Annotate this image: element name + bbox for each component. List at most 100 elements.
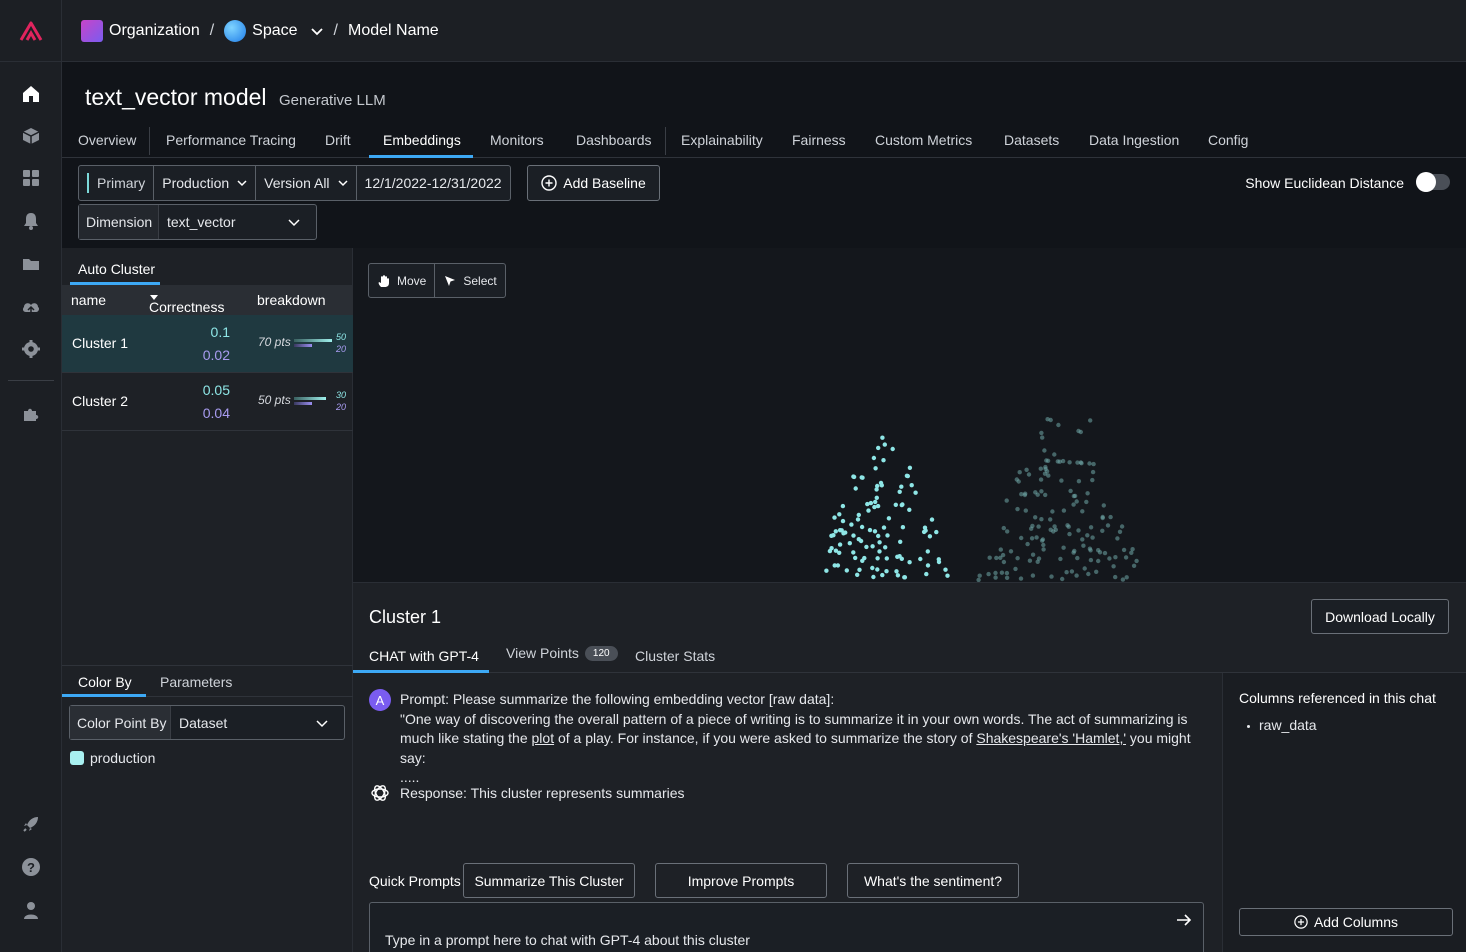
embedding-point[interactable] <box>907 560 912 565</box>
embedding-point[interactable] <box>853 555 858 561</box>
embedding-point[interactable] <box>855 517 861 522</box>
cluster-row[interactable]: Cluster 1 0.1 0.02 70 pts 50 20 <box>62 315 353 373</box>
embedding-point[interactable] <box>907 507 912 512</box>
quick-prompt-sentiment-button[interactable]: What's the sentiment? <box>847 863 1019 898</box>
embedding-point[interactable] <box>875 503 881 509</box>
embedding-point[interactable] <box>1121 547 1127 553</box>
embedding-point[interactable] <box>1088 418 1093 423</box>
embedding-point[interactable] <box>1023 508 1028 513</box>
embedding-point[interactable] <box>1015 556 1020 561</box>
embedding-point[interactable] <box>875 556 880 561</box>
embedding-point[interactable] <box>895 573 901 578</box>
embedding-point[interactable] <box>1034 535 1039 540</box>
embedding-point[interactable] <box>1075 555 1080 561</box>
embedding-point[interactable] <box>1090 535 1095 540</box>
embedding-point[interactable] <box>876 533 881 539</box>
embedding-point[interactable] <box>1043 492 1048 498</box>
embedding-point[interactable] <box>1067 531 1072 537</box>
embedding-point[interactable] <box>877 540 882 545</box>
embedding-point[interactable] <box>1005 529 1010 534</box>
tab-explainability[interactable]: Explainability <box>681 132 763 148</box>
embedding-point[interactable] <box>1039 489 1044 494</box>
embedding-point[interactable] <box>851 533 856 538</box>
embedding-point[interactable] <box>853 486 858 491</box>
date-range-picker[interactable]: 12/1/2022-12/31/2022 <box>357 166 510 200</box>
version-select[interactable]: Version All <box>256 166 357 200</box>
embedding-point[interactable] <box>873 499 878 505</box>
embedding-point[interactable] <box>999 570 1005 575</box>
embedding-point[interactable] <box>837 528 843 533</box>
embedding-point[interactable] <box>1029 526 1034 531</box>
environment-select[interactable]: Production <box>154 166 257 200</box>
embedding-point[interactable] <box>1036 556 1042 561</box>
embedding-point[interactable] <box>1024 467 1029 472</box>
embedding-point[interactable] <box>881 525 887 530</box>
tab-chat-gpt4[interactable]: CHAT with GPT-4 <box>369 648 479 664</box>
embedding-point[interactable] <box>1124 575 1129 580</box>
embedding-point[interactable] <box>1049 574 1054 579</box>
embedding-point[interactable] <box>927 534 933 539</box>
embedding-point[interactable] <box>1051 529 1056 534</box>
embedding-point[interactable] <box>925 563 931 568</box>
embedding-point[interactable] <box>1019 535 1024 541</box>
embedding-point[interactable] <box>1074 499 1079 504</box>
embedding-point[interactable] <box>913 490 918 495</box>
embedding-point[interactable] <box>1071 502 1076 507</box>
select-tool-button[interactable]: Select <box>435 264 504 297</box>
embedding-point[interactable] <box>1058 556 1063 562</box>
embedding-point[interactable] <box>866 508 871 513</box>
embedding-point[interactable] <box>875 567 880 572</box>
app-logo[interactable] <box>0 0 62 62</box>
embedding-point[interactable] <box>993 570 998 576</box>
embedding-point[interactable] <box>882 442 887 447</box>
embedding-point[interactable] <box>986 571 991 577</box>
embedding-point[interactable] <box>1050 509 1055 514</box>
embedding-point[interactable] <box>1088 557 1094 563</box>
embedding-point[interactable] <box>1064 570 1069 575</box>
embedding-point[interactable] <box>1040 537 1046 542</box>
quick-prompt-improve-button[interactable]: Improve Prompts <box>655 863 827 898</box>
embedding-point[interactable] <box>900 502 905 507</box>
tab-parameters[interactable]: Parameters <box>160 674 232 690</box>
embedding-point[interactable] <box>1017 470 1022 475</box>
embedding-point[interactable] <box>872 504 877 510</box>
embedding-point[interactable] <box>1076 479 1082 484</box>
embedding-point[interactable] <box>1025 541 1030 547</box>
embedding-point[interactable] <box>874 487 879 492</box>
embedding-point[interactable] <box>1008 549 1014 554</box>
upload-cloud-icon[interactable] <box>19 295 43 319</box>
embedding-point[interactable] <box>977 573 982 578</box>
prompt-link-plot[interactable]: plot <box>532 730 555 746</box>
embedding-point[interactable] <box>1068 488 1073 494</box>
embedding-point[interactable] <box>994 555 999 561</box>
embedding-point[interactable] <box>922 525 928 530</box>
tab-performance-tracing[interactable]: Performance Tracing <box>166 132 296 148</box>
embedding-point[interactable] <box>1119 524 1125 529</box>
add-columns-button[interactable]: Add Columns <box>1239 908 1453 936</box>
embedding-point[interactable] <box>943 567 948 572</box>
column-header-name[interactable]: name <box>71 292 106 308</box>
embedding-point[interactable] <box>864 544 869 550</box>
embedding-plot[interactable]: Move Select <box>353 248 1466 582</box>
embedding-point[interactable] <box>1076 528 1081 533</box>
embedding-point[interactable] <box>868 500 874 506</box>
dimension-select[interactable]: Dimension text_vector <box>78 204 317 240</box>
embedding-point[interactable] <box>1085 533 1090 538</box>
embedding-point[interactable] <box>1096 558 1101 564</box>
embedding-point[interactable] <box>890 446 895 452</box>
embedding-point[interactable] <box>1085 491 1090 496</box>
embedding-point[interactable] <box>1045 458 1051 463</box>
add-baseline-button[interactable]: Add Baseline <box>527 165 660 201</box>
embedding-point[interactable] <box>837 550 842 555</box>
embedding-point[interactable] <box>824 568 829 573</box>
embedding-point[interactable] <box>1061 508 1067 513</box>
embedding-point[interactable] <box>870 544 875 549</box>
embedding-point[interactable] <box>1134 558 1139 564</box>
embedding-point[interactable] <box>1048 417 1053 423</box>
embedding-point[interactable] <box>1079 461 1084 466</box>
embedding-point[interactable] <box>1117 529 1123 534</box>
embedding-point[interactable] <box>877 549 882 554</box>
user-profile-icon[interactable] <box>19 898 43 922</box>
embedding-point[interactable] <box>884 556 889 561</box>
embedding-point[interactable] <box>856 537 861 542</box>
